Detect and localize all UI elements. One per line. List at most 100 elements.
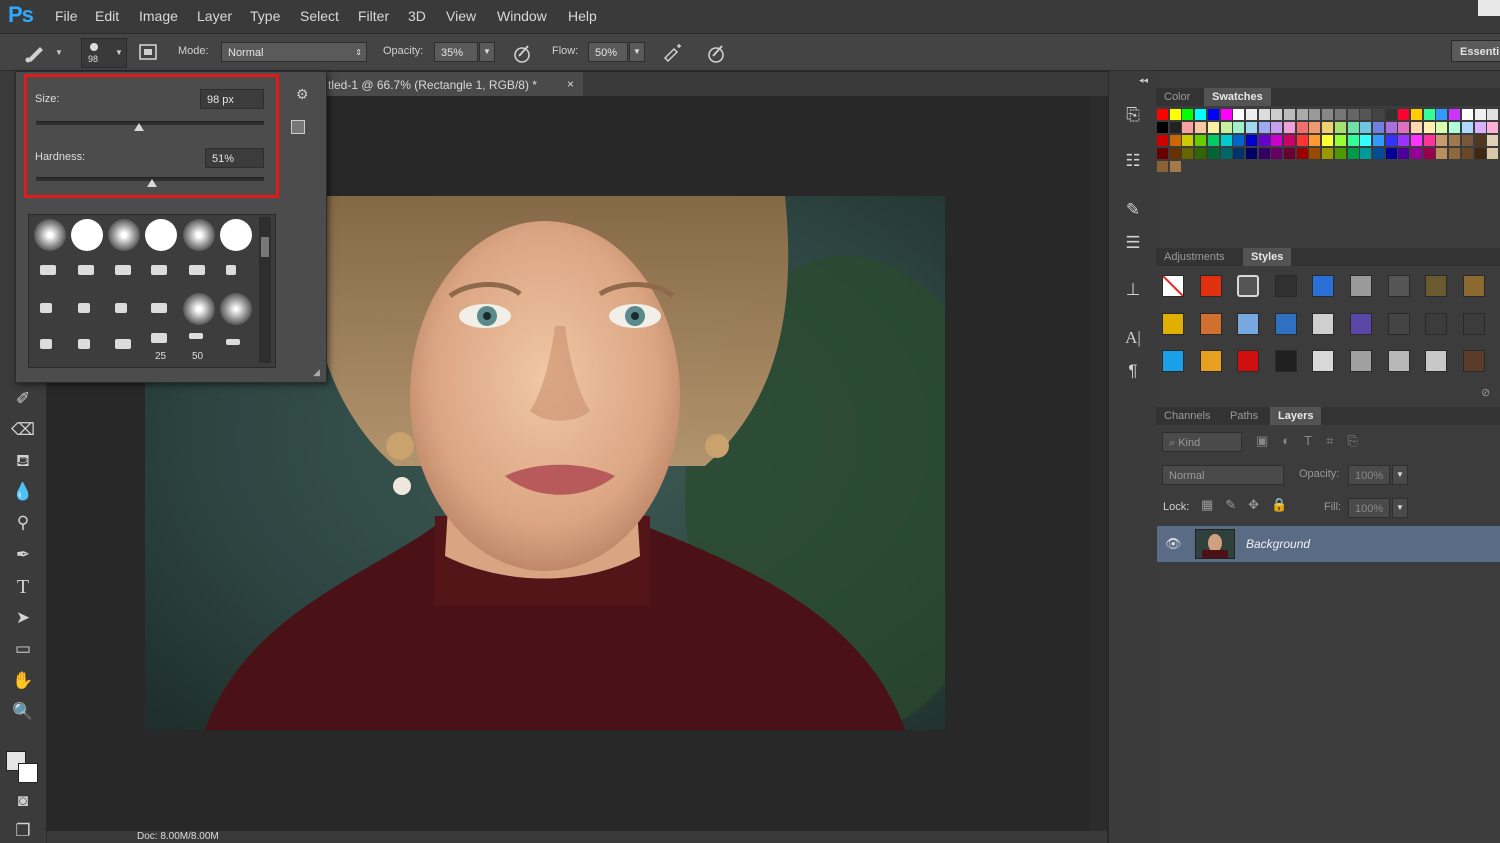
- style-preset-tile[interactable]: [1312, 312, 1335, 335]
- swatch-cell[interactable]: [1474, 109, 1486, 120]
- swatch-cell[interactable]: [1372, 148, 1384, 159]
- swatch-cell[interactable]: [1322, 148, 1334, 159]
- clear-style-icon[interactable]: ⊘: [1481, 386, 1490, 399]
- layer-filter-kind[interactable]: ⌕ Kind: [1162, 432, 1242, 452]
- hard-round-brush[interactable]: [71, 219, 103, 251]
- swatch-cell[interactable]: [1258, 109, 1270, 120]
- brush-preset[interactable]: [78, 339, 90, 349]
- history-panel-icon[interactable]: ⎘: [1121, 103, 1145, 127]
- swatch-grid[interactable]: [1157, 109, 1500, 181]
- swatch-cell[interactable]: [1169, 161, 1181, 172]
- hard-round-brush[interactable]: [145, 219, 177, 251]
- swatch-cell[interactable]: [1284, 122, 1295, 133]
- swatch-cell[interactable]: [1461, 148, 1473, 159]
- brush-preset[interactable]: [78, 265, 94, 275]
- swatch-cell[interactable]: [1436, 135, 1448, 146]
- hard-round-brush[interactable]: [220, 219, 252, 251]
- style-preset-tile[interactable]: [1462, 350, 1485, 372]
- layer-opacity-dropdown[interactable]: ▼: [1392, 465, 1408, 485]
- swatch-cell[interactable]: [1195, 109, 1207, 120]
- swatch-cell[interactable]: [1182, 109, 1194, 120]
- swatch-cell[interactable]: [1372, 135, 1384, 146]
- swatch-cell[interactable]: [1474, 122, 1486, 133]
- brush-icon[interactable]: [22, 41, 50, 68]
- brush-preset[interactable]: [40, 339, 52, 349]
- menu-select[interactable]: Select: [300, 8, 339, 24]
- swatch-cell[interactable]: [1372, 122, 1384, 133]
- swatch-cell[interactable]: [1233, 135, 1245, 146]
- swatch-cell[interactable]: [1398, 148, 1410, 159]
- opacity-dropdown-button[interactable]: ▼: [479, 42, 495, 62]
- swatch-cell[interactable]: [1169, 109, 1181, 120]
- swatch-cell[interactable]: [1487, 109, 1499, 120]
- soft-round-brush[interactable]: [34, 219, 66, 251]
- workspace-switcher[interactable]: Essenti: [1451, 40, 1500, 62]
- style-preset-tile[interactable]: [1274, 312, 1297, 335]
- brush-preset-picker[interactable]: 98 ▼: [81, 38, 127, 68]
- swatch-cell[interactable]: [1296, 148, 1308, 159]
- style-preset-tile[interactable]: [1237, 350, 1260, 372]
- swatch-cell[interactable]: [1309, 109, 1321, 120]
- fill-dropdown[interactable]: ▼: [1392, 498, 1408, 518]
- swatch-cell[interactable]: [1207, 135, 1219, 146]
- window-minimize-button[interactable]: [1478, 0, 1500, 16]
- swatch-cell[interactable]: [1334, 109, 1346, 120]
- swatch-cell[interactable]: [1233, 148, 1245, 159]
- swatch-cell[interactable]: [1411, 122, 1422, 133]
- layer-filter-icons[interactable]: ▣◐T⌗⎘: [1256, 433, 1372, 449]
- swatch-cell[interactable]: [1398, 109, 1410, 120]
- tool-preset-dropdown-icon[interactable]: ▼: [55, 48, 63, 57]
- path-selection-icon[interactable]: ➤: [10, 606, 36, 630]
- swatch-cell[interactable]: [1157, 148, 1168, 159]
- menu-window[interactable]: Window: [497, 8, 547, 24]
- swatch-cell[interactable]: [1271, 148, 1283, 159]
- eye-icon[interactable]: 👁: [1165, 536, 1182, 552]
- swatch-cell[interactable]: [1322, 135, 1334, 146]
- style-preset-tile[interactable]: [1162, 312, 1184, 335]
- swatch-cell[interactable]: [1233, 109, 1245, 120]
- swatch-cell[interactable]: [1245, 135, 1257, 146]
- swatch-cell[interactable]: [1296, 122, 1308, 133]
- swatch-cell[interactable]: [1347, 148, 1359, 159]
- swatch-cell[interactable]: [1372, 109, 1384, 120]
- swatch-cell[interactable]: [1360, 122, 1372, 133]
- brush-preset[interactable]: [115, 339, 131, 349]
- swatch-cell[interactable]: [1271, 109, 1283, 120]
- swatch-cell[interactable]: [1245, 148, 1257, 159]
- swatch-cell[interactable]: [1347, 122, 1359, 133]
- flow-input[interactable]: 50%: [588, 42, 628, 62]
- swatch-cell[interactable]: [1487, 148, 1499, 159]
- swatch-cell[interactable]: [1347, 135, 1359, 146]
- swatch-cell[interactable]: [1296, 135, 1308, 146]
- fill-input[interactable]: 100%: [1348, 498, 1390, 518]
- swatch-cell[interactable]: [1474, 135, 1486, 146]
- swatch-cell[interactable]: [1195, 148, 1207, 159]
- swatch-cell[interactable]: [1169, 135, 1181, 146]
- eraser-icon[interactable]: ⌫: [10, 418, 36, 442]
- swatch-cell[interactable]: [1423, 135, 1435, 146]
- swatch-cell[interactable]: [1398, 135, 1410, 146]
- tab-color[interactable]: Color: [1156, 88, 1198, 106]
- brush-panel-toggle-icon[interactable]: [138, 42, 158, 62]
- swatch-cell[interactable]: [1195, 135, 1207, 146]
- brush-preset[interactable]: [151, 303, 167, 313]
- style-preset-tile[interactable]: [1425, 350, 1448, 372]
- style-preset-tile[interactable]: [1462, 275, 1485, 297]
- brush-preset[interactable]: [40, 303, 52, 313]
- menu-view[interactable]: View: [446, 8, 476, 24]
- new-preset-icon[interactable]: [291, 120, 305, 134]
- swatch-cell[interactable]: [1284, 148, 1295, 159]
- style-preset-tile[interactable]: [1350, 275, 1372, 297]
- swatch-cell[interactable]: [1157, 135, 1168, 146]
- swatch-cell[interactable]: [1182, 135, 1194, 146]
- style-preset-tile[interactable]: [1350, 350, 1372, 372]
- swatch-cell[interactable]: [1195, 122, 1207, 133]
- swatch-cell[interactable]: [1157, 109, 1168, 120]
- tab-swatches[interactable]: Swatches: [1204, 88, 1271, 106]
- airbrush-icon[interactable]: [662, 42, 684, 64]
- swatch-cell[interactable]: [1385, 135, 1397, 146]
- type-icon[interactable]: T: [10, 575, 36, 599]
- screen-mode-icon[interactable]: ❐: [10, 819, 36, 843]
- soft-round-brush[interactable]: [108, 219, 140, 251]
- swatch-cell[interactable]: [1334, 135, 1346, 146]
